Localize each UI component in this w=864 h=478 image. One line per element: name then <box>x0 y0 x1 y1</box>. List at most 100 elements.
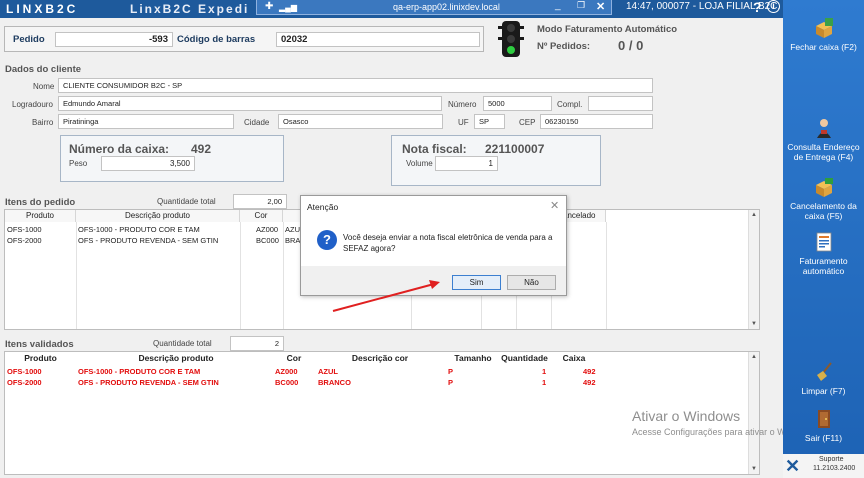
scroll-up-icon[interactable]: ▲ <box>751 354 757 360</box>
itens-validados-qtd-label: Quantidade total <box>153 339 212 348</box>
vertical-scrollbar[interactable]: ▲ ▼ <box>748 352 759 474</box>
app-title: LinxB2C Expedi <box>130 2 250 16</box>
consulta-endereco-button[interactable]: Consulta Endereço de Entrega (F4) <box>783 117 864 162</box>
npedidos-value: 0 / 0 <box>618 38 644 53</box>
uf-label: UF <box>458 118 469 127</box>
col-tamanho[interactable]: Tamanho <box>448 352 498 365</box>
sair-button[interactable]: Sair (F11) <box>783 408 864 443</box>
table-row-cell[interactable]: OFS - PRODUTO REVENDA - SEM GTIN <box>78 378 219 387</box>
numero-caixa-value: 492 <box>191 142 212 156</box>
table-row-cell[interactable]: OFS-1000 - PRODUTO COR E TAM <box>78 367 200 376</box>
fechar-caixa-label: Fechar caixa (F2) <box>790 42 857 52</box>
volume-field[interactable]: 1 <box>435 156 498 171</box>
logradouro-label: Logradouro <box>12 100 53 109</box>
numero-field[interactable]: 5000 <box>483 96 552 111</box>
col-quantidade[interactable]: Quantidade <box>498 352 551 365</box>
table-row-cell[interactable]: P <box>448 378 453 387</box>
table-row-cell[interactable]: OFS-2000 <box>7 378 42 387</box>
annotation-arrow <box>332 280 440 312</box>
cep-field[interactable]: 06230150 <box>540 114 653 129</box>
volume-label: Volume <box>406 159 433 168</box>
vertical-scrollbar[interactable]: ▲ ▼ <box>748 210 759 329</box>
dialog-titlebar: Atenção ✕ <box>301 196 566 216</box>
nao-button[interactable]: Não <box>507 275 556 290</box>
uf-field[interactable]: SP <box>474 114 505 129</box>
pin-icon[interactable]: ✚ <box>265 1 273 12</box>
table-row-cell[interactable]: OFS-1000 <box>7 225 42 234</box>
invoice-icon <box>816 232 831 252</box>
cidade-field[interactable]: Osasco <box>278 114 443 129</box>
itens-pedido-qtd-label: Quantidade total <box>157 197 216 206</box>
scroll-up-icon[interactable]: ▲ <box>751 212 757 218</box>
table-row-cell[interactable]: BRANCO <box>318 378 351 387</box>
numero-caixa-panel: Número da caixa: 492 Peso 3,500 <box>60 135 284 182</box>
col-descricao[interactable]: Descrição produto <box>76 210 240 222</box>
codigo-barras-input[interactable]: 02032 <box>276 32 480 47</box>
info-icon[interactable]: i <box>767 0 780 13</box>
table-row-cell[interactable]: OFS-1000 - PRODUTO COR E TAM <box>78 225 200 234</box>
linx-logo-icon: ✕ <box>785 456 801 476</box>
table-row-cell[interactable]: P <box>448 367 453 376</box>
table-row-cell[interactable]: AZ000 <box>275 367 298 376</box>
fechar-caixa-button[interactable]: Fechar caixa (F2) <box>783 17 864 52</box>
support-panel[interactable]: ✕ Suporte 11.2103.2400 <box>783 454 864 478</box>
minimize-icon[interactable]: _ <box>555 0 561 11</box>
scroll-down-icon[interactable]: ▼ <box>751 466 757 472</box>
restore-icon[interactable]: ❐ <box>577 0 585 11</box>
close-icon[interactable]: ✕ <box>550 199 559 212</box>
table-row-cell[interactable]: 492 <box>583 367 596 376</box>
action-sidebar: Fechar caixa (F2) Consulta Endereço de E… <box>783 0 864 478</box>
col-caixa[interactable]: Caixa <box>551 352 597 365</box>
app-logo: LINXB2C <box>6 2 79 16</box>
col-produto[interactable]: Produto <box>5 352 76 365</box>
table-row-cell[interactable]: OFS-1000 <box>7 367 42 376</box>
pedido-label: Pedido <box>13 34 45 45</box>
grid-divider <box>240 222 241 329</box>
faturamento-automatico-button[interactable]: Faturamento automático <box>783 231 864 276</box>
nota-fiscal-panel: Nota fiscal: 221100007 Volume 1 <box>391 135 601 186</box>
pedido-input[interactable]: -593 <box>55 32 173 47</box>
col-produto[interactable]: Produto <box>5 210 76 222</box>
order-header: Pedido -593 Código de barras 02032 <box>4 26 484 52</box>
dialog-body: ? Você deseja enviar a nota fiscal eletr… <box>301 216 566 266</box>
scroll-down-icon[interactable]: ▼ <box>751 321 757 327</box>
table-row-cell[interactable]: BC000 <box>256 236 279 245</box>
compl-field[interactable] <box>588 96 653 111</box>
col-cor[interactable]: Cor <box>240 210 283 222</box>
table-row-cell[interactable]: BC000 <box>275 378 298 387</box>
remote-host: qa-erp-app02.linixdev.local <box>393 2 500 12</box>
exit-door-icon <box>817 410 830 428</box>
question-icon: ? <box>317 230 337 250</box>
table-row-cell[interactable]: OFS-2000 <box>7 236 42 245</box>
col-cor[interactable]: Cor <box>276 352 312 365</box>
nota-fiscal-label: Nota fiscal: <box>402 142 467 156</box>
table-row-cell[interactable]: 492 <box>583 378 596 387</box>
col-descricao[interactable]: Descrição produto <box>76 352 276 365</box>
cancel-box-icon <box>815 178 833 197</box>
table-row-cell[interactable]: 1 <box>542 378 546 387</box>
logradouro-field[interactable]: Edmundo Amaral <box>58 96 442 111</box>
nome-field[interactable]: CLIENTE CONSUMIDOR B2C - SP <box>58 78 653 93</box>
bairro-field[interactable]: Piratininga <box>58 114 234 129</box>
cancelamento-caixa-label: Cancelamento da caixa (F5) <box>790 201 857 221</box>
itens-pedido-title: Itens do pedido <box>5 197 76 208</box>
table-row-cell[interactable]: OFS - PRODUTO REVENDA - SEM GTIN <box>78 236 218 245</box>
limpar-label: Limpar (F7) <box>801 386 846 396</box>
remote-desktop-bar: ✚ ▂▄▆ qa-erp-app02.linixdev.local _ ❐ ✕ <box>256 0 612 15</box>
close-icon[interactable]: ✕ <box>596 0 605 13</box>
npedidos-label: Nº Pedidos: <box>537 41 591 52</box>
sim-button[interactable]: Sim <box>452 275 501 290</box>
consulta-endereco-label: Consulta Endereço de Entrega (F4) <box>787 142 860 162</box>
table-row-cell[interactable]: AZUL <box>318 367 338 376</box>
help-icon[interactable]: ? <box>753 0 762 15</box>
limpar-button[interactable]: Limpar (F7) <box>783 361 864 396</box>
peso-label: Peso <box>69 159 88 168</box>
cancelamento-caixa-button[interactable]: Cancelamento da caixa (F5) <box>783 176 864 221</box>
table-row-cell[interactable]: 1 <box>542 367 546 376</box>
nome-label: Nome <box>33 82 55 91</box>
cidade-label: Cidade <box>244 118 270 127</box>
numero-label: Número <box>448 100 477 109</box>
peso-field[interactable]: 3,500 <box>101 156 195 171</box>
col-cor-desc[interactable]: Descrição cor <box>312 352 448 365</box>
table-row-cell[interactable]: AZ000 <box>256 225 278 234</box>
